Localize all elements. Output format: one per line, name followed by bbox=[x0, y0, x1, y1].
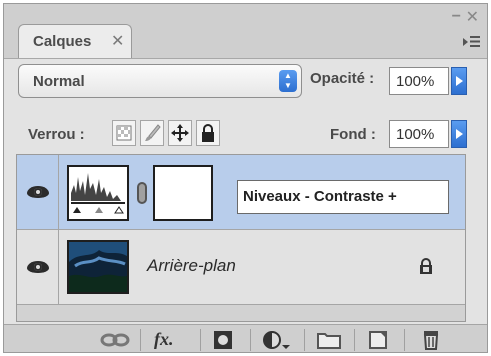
blend-mode-value: Normal bbox=[33, 73, 85, 90]
layer-mask-thumbnail[interactable] bbox=[153, 165, 213, 221]
lock-all-icon[interactable] bbox=[196, 120, 220, 146]
visibility-cell[interactable] bbox=[17, 230, 59, 304]
opacity-slider-arrow-icon[interactable] bbox=[451, 67, 467, 95]
background-image-thumbnail[interactable] bbox=[67, 240, 129, 294]
layer-name: Arrière-plan bbox=[147, 256, 236, 275]
layers-list: Niveaux - Contraste + Arrière-plan bbox=[16, 154, 466, 322]
window-close-icon[interactable]: ✕ bbox=[466, 7, 479, 27]
lock-icon bbox=[419, 258, 433, 274]
layer-row-niveaux[interactable]: Niveaux - Contraste + bbox=[17, 155, 465, 230]
fill-label: Fond : bbox=[330, 126, 376, 143]
minimize-icon[interactable]: − bbox=[452, 8, 461, 26]
visibility-cell[interactable] bbox=[17, 155, 59, 229]
lock-label: Verrou : bbox=[28, 126, 85, 143]
layers-toolbar: fx. bbox=[4, 324, 487, 352]
layer-name-input[interactable]: Niveaux - Contraste + bbox=[237, 180, 449, 214]
trash-icon[interactable] bbox=[416, 329, 446, 352]
blend-mode-select[interactable]: Normal ▲ ▼ bbox=[18, 64, 302, 98]
panel-menu-icon[interactable] bbox=[463, 34, 481, 50]
add-mask-icon[interactable] bbox=[210, 329, 240, 352]
layer-style-fx-button[interactable]: fx. bbox=[154, 329, 194, 352]
adjustment-layer-icon[interactable] bbox=[260, 329, 300, 352]
layers-panel: Calques ✕ − ✕ Normal ▲ ▼ Opacité : 100% V… bbox=[3, 3, 488, 353]
new-layer-icon[interactable] bbox=[364, 329, 394, 352]
tab-calques[interactable]: Calques ✕ bbox=[18, 24, 132, 58]
levels-histogram-icon[interactable] bbox=[67, 165, 129, 221]
link-layers-icon[interactable] bbox=[98, 329, 132, 352]
lock-transparency-icon[interactable] bbox=[112, 120, 136, 146]
opacity-input[interactable]: 100% bbox=[389, 67, 449, 95]
lock-pixels-brush-icon[interactable] bbox=[140, 120, 164, 146]
mask-link-icon[interactable] bbox=[137, 182, 147, 204]
eye-icon[interactable] bbox=[27, 260, 49, 274]
eye-icon[interactable] bbox=[27, 185, 49, 199]
tab-label: Calques bbox=[33, 33, 92, 50]
folder-icon[interactable] bbox=[314, 329, 344, 352]
fill-input[interactable]: 100% bbox=[389, 120, 449, 148]
opacity-label: Opacité : bbox=[310, 70, 375, 87]
layer-row-arriere-plan[interactable]: Arrière-plan bbox=[17, 230, 465, 305]
lock-position-move-icon[interactable] bbox=[168, 120, 192, 146]
panel-header: Calques ✕ − ✕ bbox=[4, 4, 487, 59]
close-icon[interactable]: ✕ bbox=[111, 31, 124, 51]
select-arrows-icon: ▲ ▼ bbox=[279, 70, 297, 92]
fill-slider-arrow-icon[interactable] bbox=[451, 120, 467, 148]
